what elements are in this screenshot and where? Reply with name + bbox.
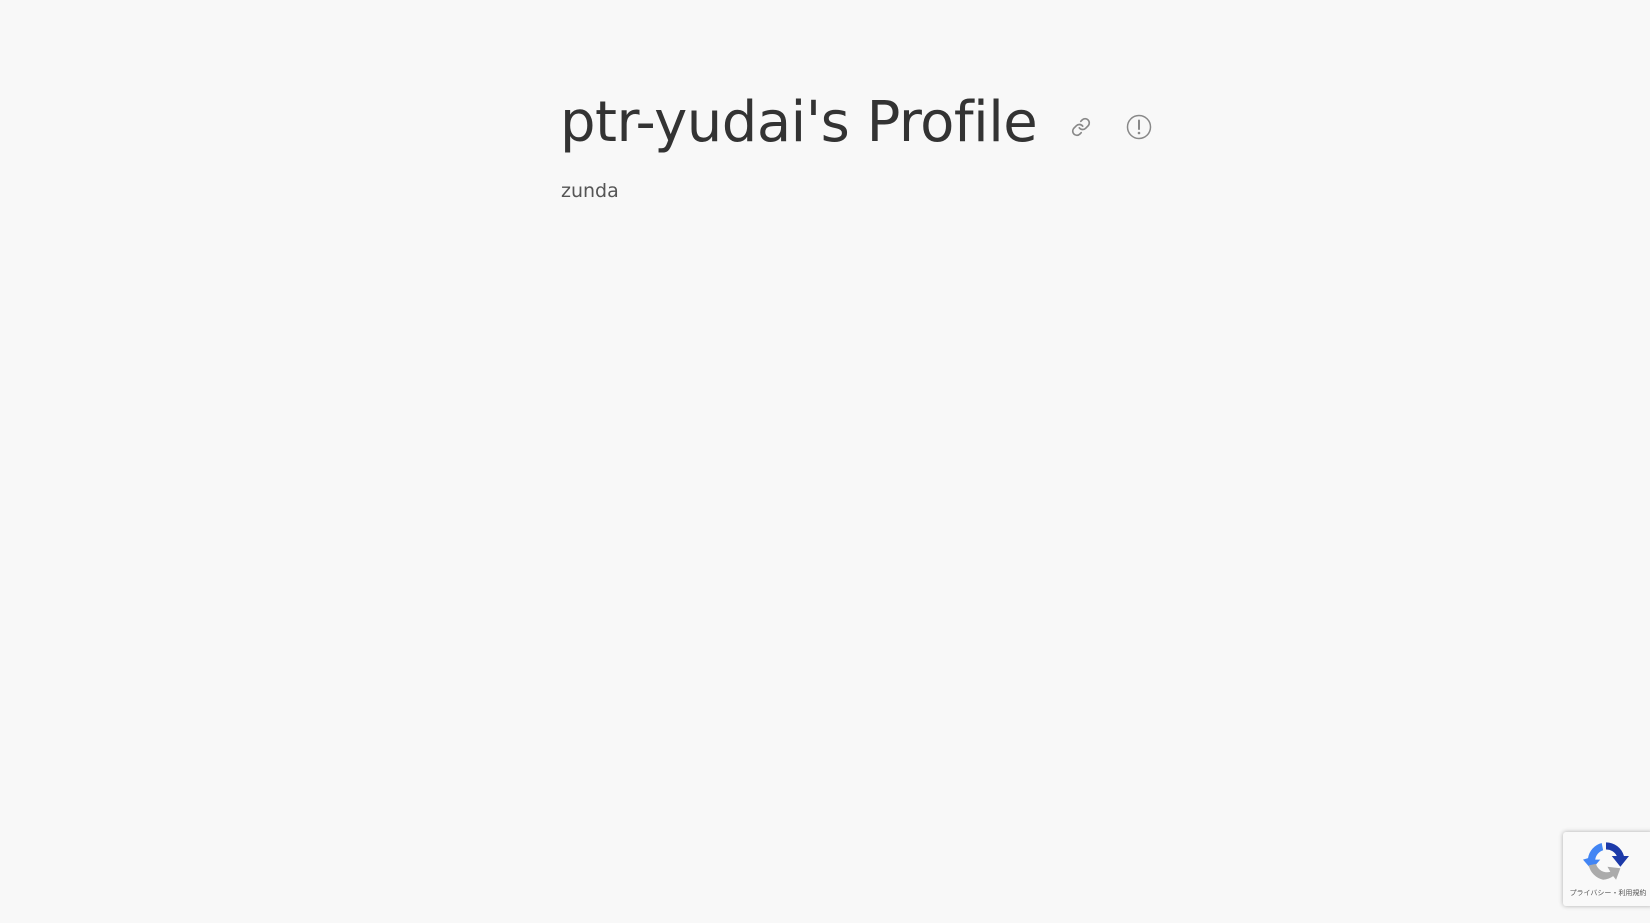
recaptcha-privacy-link[interactable]: プライバシー [1570, 889, 1612, 897]
recaptcha-links: プライバシー・利用規約 [1563, 888, 1650, 898]
page: ptr-yudai's Profile zunda プライバシー・利用規約 [0, 0, 1650, 923]
link-icon [1072, 117, 1091, 137]
recaptcha-terms-link[interactable]: 利用規約 [1618, 889, 1646, 897]
recaptcha-logo-icon [1583, 842, 1629, 880]
copy-link-button[interactable] [1065, 111, 1097, 143]
report-button[interactable] [1123, 111, 1155, 143]
profile-header: ptr-yudai's Profile [560, 78, 1155, 168]
profile-subtitle: zunda [561, 180, 619, 202]
exclamation-circle-icon [1126, 114, 1152, 140]
recaptcha-badge[interactable]: プライバシー・利用規約 [1563, 832, 1650, 906]
page-title: ptr-yudai's Profile [560, 90, 1038, 155]
